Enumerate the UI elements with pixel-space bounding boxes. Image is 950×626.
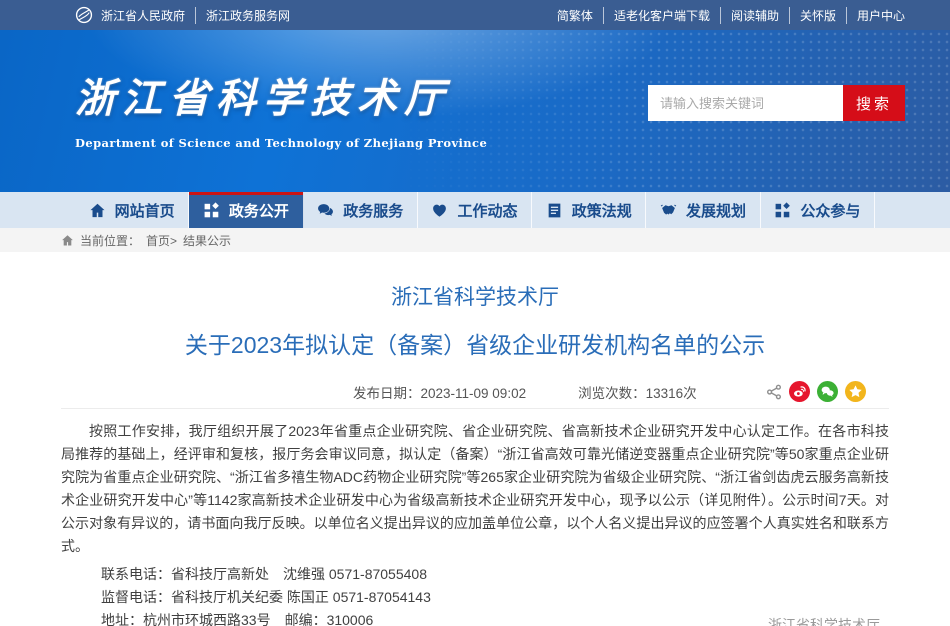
main-nav-items: 网站首页 政务公开 政务服务 工作动态 政策法规 [75, 192, 875, 228]
gov-emblem-icon [75, 6, 93, 24]
nav-item-label: 工作动态 [457, 200, 517, 221]
nav-item-gov-service[interactable]: 政务服务 [304, 192, 418, 228]
topbar-utility-links: 简繁体适老化客户端下载阅读辅助关怀版用户中心 [557, 7, 905, 24]
qzone-share-button[interactable] [845, 381, 866, 402]
nav-item-home[interactable]: 网站首页 [75, 192, 189, 228]
participate-icon [774, 202, 791, 219]
main-nav: 网站首页 政务公开 政务服务 工作动态 政策法规 [0, 192, 950, 228]
contact-line: 监督电话：省科技厅机关纪委 陈国正 0571-87054143 [101, 586, 889, 609]
article-meta-row: 发布日期：2023-11-09 09:02 浏览次数：13316次 [61, 375, 889, 409]
nav-item-planning[interactable]: 发展规划 [646, 192, 760, 228]
topbar-left: 浙江省人民政府浙江政务服务网 [75, 6, 290, 24]
footer-agency-name: 浙江省科学技术厅 [768, 615, 880, 626]
document-icon [546, 202, 563, 219]
nav-item-participation[interactable]: 公众参与 [761, 192, 875, 228]
handshake-icon [660, 202, 677, 219]
top-utility-bar: 浙江省人民政府浙江政务服务网 简繁体适老化客户端下载阅读辅助关怀版用户中心 [0, 0, 950, 30]
breadcrumb-current: 结果公示 [183, 232, 231, 249]
home-icon [89, 202, 106, 219]
topbar-utility-link[interactable]: 关怀版 [789, 7, 836, 24]
topbar-utility-link[interactable]: 用户中心 [846, 7, 905, 24]
wechat-icon [820, 384, 835, 399]
breadcrumb-bar: 当前位置： 首页> 结果公示 [0, 228, 950, 252]
contact-line: 联系电话：省科技厅高新处 沈维强 0571-87055408 [101, 563, 889, 586]
star-icon [848, 384, 863, 399]
site-logo-chinese: 浙江省科学技术厅 [75, 66, 487, 124]
site-banner: 浙江省科学技术厅 Department of Science and Techn… [0, 30, 950, 192]
contact-info: 联系电话：省科技厅高新处 沈维强 0571-87055408监督电话：省科技厅机… [61, 563, 889, 626]
topbar-utility-link[interactable]: 阅读辅助 [720, 7, 779, 24]
article-paragraph: 按照工作安排，我厅组织开展了2023年省重点企业研究院、省企业研究院、省高新技术… [61, 420, 889, 558]
publish-date: 发布日期：2023-11-09 09:02 [353, 382, 526, 402]
nav-item-work-news[interactable]: 工作动态 [418, 192, 532, 228]
share-buttons [766, 381, 866, 402]
nav-item-gov-openness[interactable]: 政务公开 [189, 192, 303, 228]
site-logo-english: Department of Science and Technology of … [75, 136, 487, 150]
topbar-site-link[interactable]: 浙江省人民政府 [101, 7, 185, 24]
nav-item-label: 政策法规 [572, 200, 632, 221]
topbar-site-links: 浙江省人民政府浙江政务服务网 [101, 7, 290, 24]
nav-item-label: 发展规划 [686, 200, 746, 221]
article-title-line2: 关于2023年拟认定（备案）省级企业研发机构名单的公示 [61, 326, 889, 360]
article-title-line1: 浙江省科学技术厅 [61, 281, 889, 311]
grid-icon [203, 202, 220, 219]
nav-item-label: 网站首页 [115, 200, 175, 221]
breadcrumb-home-link[interactable]: 首页> [146, 232, 177, 249]
article-content: 浙江省科学技术厅 关于2023年拟认定（备案）省级企业研发机构名单的公示 发布日… [61, 281, 889, 626]
heart-icon [431, 202, 448, 219]
nav-item-label: 政务公开 [229, 200, 289, 221]
breadcrumb: 当前位置： 首页> 结果公示 [61, 228, 889, 252]
breadcrumb-home-icon [61, 234, 74, 247]
search-box: 搜索 [648, 85, 905, 121]
view-count: 浏览次数：13316次 [578, 382, 697, 402]
nav-item-label: 政务服务 [343, 200, 403, 221]
breadcrumb-prefix: 当前位置： [80, 232, 140, 249]
site-logo[interactable]: 浙江省科学技术厅 Department of Science and Techn… [75, 66, 487, 150]
weibo-icon [792, 384, 807, 399]
topbar-utility-link[interactable]: 简繁体 [557, 7, 593, 24]
comments-icon [317, 202, 334, 219]
search-input[interactable] [648, 85, 843, 121]
topbar-site-link[interactable]: 浙江政务服务网 [195, 7, 290, 24]
nav-item-policy[interactable]: 政策法规 [532, 192, 646, 228]
wechat-share-button[interactable] [817, 381, 838, 402]
share-icon[interactable] [766, 384, 782, 400]
nav-item-label: 公众参与 [800, 200, 860, 221]
search-button[interactable]: 搜索 [843, 85, 905, 121]
topbar-utility-link[interactable]: 适老化客户端下载 [603, 7, 710, 24]
weibo-share-button[interactable] [789, 381, 810, 402]
